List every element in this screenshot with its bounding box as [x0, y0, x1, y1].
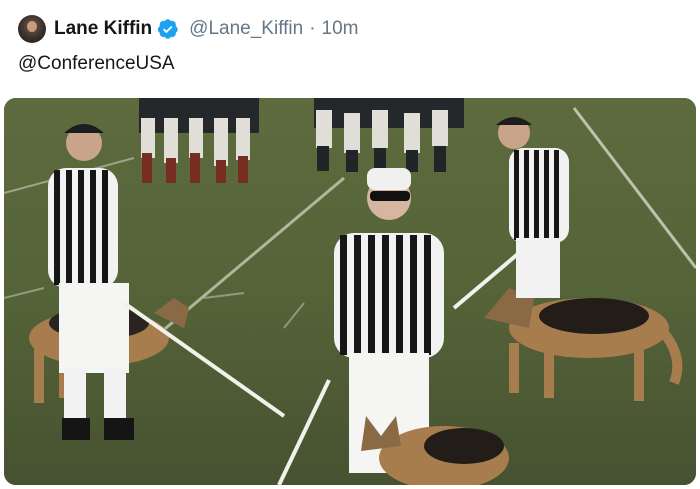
author-handle[interactable]: @Lane_Kiffin — [189, 18, 303, 40]
field-scene — [4, 98, 696, 485]
author-name[interactable]: Lane Kiffin — [54, 18, 152, 40]
tweet-card[interactable]: Lane Kiffin @Lane_Kiffin · 10m @Conferen… — [0, 0, 700, 489]
avatar[interactable] — [18, 15, 46, 43]
timestamp[interactable]: 10m — [322, 18, 359, 40]
verified-badge-icon — [158, 19, 178, 39]
tweet-header: Lane Kiffin @Lane_Kiffin · 10m — [18, 14, 359, 44]
tweet-media-image[interactable] — [4, 98, 696, 485]
tweet-text[interactable]: @ConferenceUSA — [18, 53, 175, 75]
separator-dot: · — [309, 18, 316, 39]
